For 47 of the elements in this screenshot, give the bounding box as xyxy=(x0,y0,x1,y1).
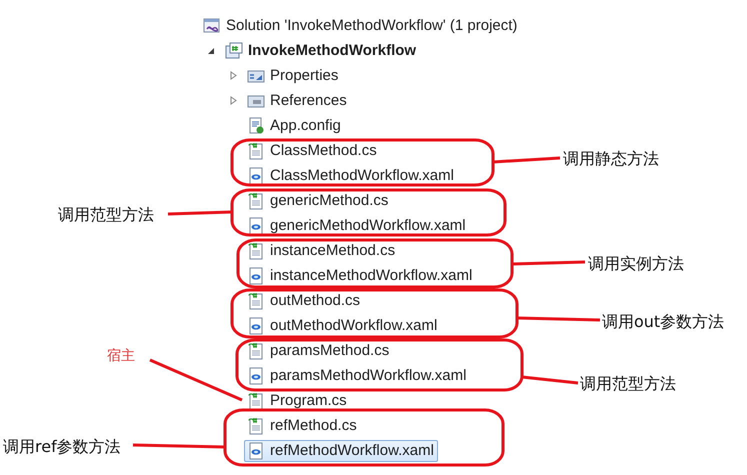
tree-item[interactable]: InvokeMethodWorkflow xyxy=(222,40,420,62)
file-icon xyxy=(247,316,265,334)
callout-label: 调用ref参数方法 xyxy=(3,437,121,458)
config-file-icon xyxy=(247,116,265,134)
tree-item[interactable]: outMethodWorkflow.xaml xyxy=(244,314,442,336)
tree-item[interactable]: refMethodWorkflow.xaml xyxy=(244,440,438,462)
tree-item[interactable]: outMethod.cs xyxy=(244,290,364,312)
leader-line xyxy=(168,210,232,216)
file-icon xyxy=(247,166,265,184)
tree-item[interactable]: App.config xyxy=(244,114,345,136)
tree-item[interactable]: instanceMethod.cs xyxy=(244,240,400,262)
file-icon xyxy=(247,416,265,434)
collapse-arrow-icon[interactable] xyxy=(207,46,215,55)
tree-item[interactable]: instanceMethodWorkflow.xaml xyxy=(244,264,476,286)
leader-line xyxy=(522,376,578,384)
file-icon xyxy=(247,292,265,310)
tree-item[interactable]: refMethod.cs xyxy=(244,414,361,436)
file-icon xyxy=(247,216,265,234)
file-icon xyxy=(247,442,265,460)
callout-label: 调用实例方法 xyxy=(588,254,684,275)
tree-item[interactable]: paramsMethodWorkflow.xaml xyxy=(244,364,470,386)
callout-label: 调用范型方法 xyxy=(58,205,154,226)
leader-line xyxy=(492,156,560,164)
tree-item[interactable]: paramsMethod.cs xyxy=(244,340,394,362)
file-icon xyxy=(247,266,265,284)
expand-arrow-icon[interactable] xyxy=(229,71,237,80)
solution-icon xyxy=(203,16,221,34)
tree-item[interactable]: Solution 'InvokeMethodWorkflow' (1 project) xyxy=(200,14,522,36)
project-icon xyxy=(225,42,243,60)
tree-item[interactable]: genericMethod.cs xyxy=(244,190,392,212)
file-icon xyxy=(247,192,265,210)
expand-arrow-icon[interactable] xyxy=(229,96,237,105)
tree-item[interactable]: ClassMethodWorkflow.xaml xyxy=(244,164,458,186)
tree-item[interactable]: genericMethodWorkflow.xaml xyxy=(244,214,470,236)
file-icon xyxy=(247,242,265,260)
tree-item[interactable]: References xyxy=(244,90,351,112)
tree-item[interactable]: ClassMethod.cs xyxy=(244,140,381,162)
callout-label: 调用静态方法 xyxy=(563,149,659,170)
file-icon xyxy=(247,392,265,410)
file-icon xyxy=(247,342,265,360)
file-icon xyxy=(247,366,265,384)
callout-label: 调用out参数方法 xyxy=(602,312,724,333)
callout-label: 调用范型方法 xyxy=(580,374,676,395)
tree-item[interactable]: Properties xyxy=(244,64,342,86)
tree-item[interactable]: Program.cs xyxy=(244,390,351,412)
callout-label: 宿主 xyxy=(107,347,135,365)
file-icon xyxy=(247,142,265,160)
